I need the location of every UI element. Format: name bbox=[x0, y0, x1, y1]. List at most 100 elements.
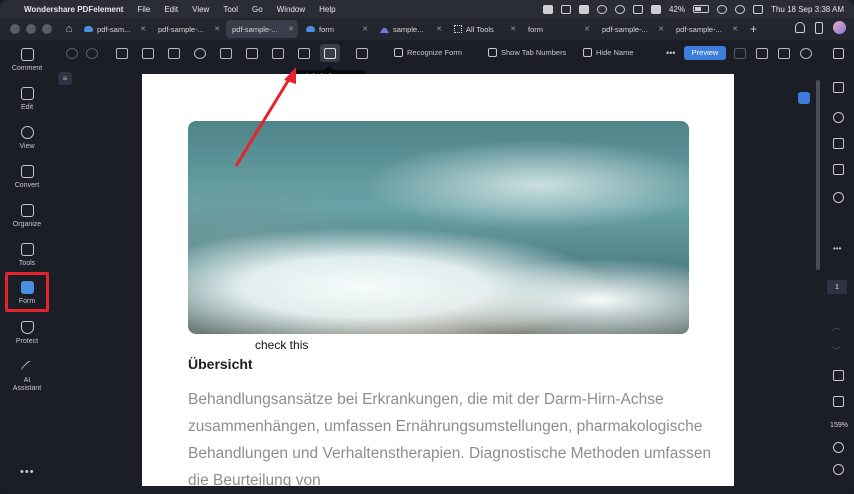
control-center-icon[interactable] bbox=[753, 4, 764, 14]
app-menu[interactable]: Wondershare PDFelement bbox=[24, 5, 123, 14]
close-tab-icon[interactable]: ✕ bbox=[732, 25, 738, 33]
undo-icon[interactable] bbox=[66, 48, 78, 59]
bookmark-icon[interactable] bbox=[833, 138, 844, 149]
date-field-icon[interactable] bbox=[298, 48, 310, 59]
button-field-icon[interactable] bbox=[272, 48, 284, 59]
sync-icon[interactable] bbox=[597, 4, 608, 14]
avatar[interactable] bbox=[833, 21, 846, 34]
close-tab-icon[interactable]: ✕ bbox=[658, 25, 664, 33]
sidebar-item-form[interactable]: Form bbox=[5, 272, 49, 312]
close-tab-icon[interactable]: ✕ bbox=[510, 25, 516, 33]
search-icon[interactable] bbox=[735, 4, 746, 14]
tab-8[interactable]: pdf-sample-... ✕ bbox=[596, 20, 668, 38]
digital-signature-icon[interactable] bbox=[324, 48, 336, 59]
app-window: Wondershare PDFelement File Edit View To… bbox=[0, 0, 854, 494]
recognize-form-button[interactable]: Recognize Form bbox=[394, 48, 462, 57]
sidebar-item-organize[interactable]: Organize bbox=[4, 204, 50, 240]
tab-7[interactable]: form ✕ bbox=[522, 20, 594, 38]
zoom-out-icon[interactable] bbox=[833, 464, 844, 475]
align-icon[interactable] bbox=[356, 48, 368, 59]
menu-bar: Wondershare PDFelement File Edit View To… bbox=[0, 0, 854, 18]
notification-icon[interactable] bbox=[795, 22, 805, 33]
mobile-icon[interactable] bbox=[815, 21, 823, 34]
sidebar-item-edit[interactable]: Edit bbox=[4, 87, 50, 123]
battery-percent: 42% bbox=[669, 4, 686, 14]
page-thumbnails-icon[interactable] bbox=[833, 48, 844, 59]
layout-icon[interactable] bbox=[833, 82, 844, 93]
sidebar-item-ai-assistant[interactable]: AI Assistant bbox=[4, 359, 50, 400]
menu-window[interactable]: Window bbox=[277, 5, 305, 14]
chat-icon[interactable] bbox=[833, 112, 844, 123]
fields-icon[interactable] bbox=[833, 164, 844, 175]
battery-icon[interactable] bbox=[693, 5, 710, 13]
more-icon[interactable]: ••• bbox=[20, 466, 35, 478]
zoom-window-button[interactable] bbox=[42, 24, 52, 34]
close-tab-icon[interactable]: ✕ bbox=[288, 25, 294, 33]
tab-9[interactable]: pdf-sample-... ✕ bbox=[670, 20, 742, 38]
radio-button-icon[interactable] bbox=[194, 48, 206, 59]
menu-go[interactable]: Go bbox=[252, 5, 263, 14]
toolbar-more-icon[interactable]: ••• bbox=[666, 48, 675, 58]
cloud-upload-icon[interactable] bbox=[800, 48, 812, 59]
tab-4[interactable]: form ✕ bbox=[300, 20, 372, 38]
menu-tool[interactable]: Tool bbox=[223, 5, 238, 14]
new-tab-icon[interactable]: + bbox=[750, 22, 757, 36]
panel-more-icon[interactable]: ••• bbox=[833, 244, 844, 255]
fit-page-icon[interactable] bbox=[833, 396, 844, 407]
wifi-icon[interactable] bbox=[717, 4, 728, 14]
properties-icon[interactable]: ≡ bbox=[58, 72, 72, 85]
print-icon[interactable] bbox=[756, 48, 768, 59]
menu-view[interactable]: View bbox=[192, 5, 209, 14]
dropbox-icon[interactable] bbox=[543, 4, 554, 14]
checkbox-field-icon[interactable] bbox=[142, 48, 154, 59]
close-tab-icon[interactable]: ✕ bbox=[214, 25, 220, 33]
attachment-icon[interactable] bbox=[833, 192, 844, 203]
save-icon[interactable] bbox=[734, 48, 746, 59]
page-number[interactable]: 1 bbox=[827, 280, 847, 294]
list-box-icon[interactable] bbox=[246, 48, 258, 59]
home-icon[interactable]: ⌂ bbox=[62, 22, 76, 36]
close-tab-icon[interactable]: ✕ bbox=[362, 25, 368, 33]
sidebar-item-protect[interactable]: Protect bbox=[4, 321, 50, 357]
combo-box-icon[interactable] bbox=[220, 48, 232, 59]
redo-icon[interactable] bbox=[86, 48, 98, 59]
caption-text: check this bbox=[255, 338, 309, 352]
minimize-window-button[interactable] bbox=[26, 24, 36, 34]
vertical-scrollbar[interactable] bbox=[816, 80, 820, 270]
window-icon[interactable] bbox=[561, 4, 572, 14]
close-tab-icon[interactable]: ✕ bbox=[436, 25, 442, 33]
menu-help[interactable]: Help bbox=[319, 5, 335, 14]
body-paragraph: Behandlungsansätze bei Erkrankungen, die… bbox=[188, 391, 712, 486]
tab-5[interactable]: sample... ✕ bbox=[374, 20, 446, 38]
page-up-icon[interactable]: ︿ bbox=[832, 320, 841, 333]
keyboard-icon[interactable] bbox=[651, 4, 662, 14]
clock-icon[interactable] bbox=[615, 4, 626, 14]
tab-3-active[interactable]: pdf-sample-... ✕ bbox=[226, 20, 298, 38]
close-tab-icon[interactable]: ✕ bbox=[140, 25, 146, 33]
tab-1[interactable]: pdf-sam... ✕ bbox=[78, 20, 150, 38]
close-tab-icon[interactable]: ✕ bbox=[584, 25, 590, 33]
sidebar-item-comment[interactable]: Comment bbox=[4, 48, 50, 84]
sidebar-item-label: Edit bbox=[20, 104, 34, 111]
hide-name-button[interactable]: Hide Name bbox=[583, 48, 634, 57]
check-icon[interactable] bbox=[168, 48, 180, 59]
text-icon[interactable] bbox=[579, 4, 590, 14]
hand-tool-icon[interactable] bbox=[833, 370, 844, 381]
share-icon[interactable] bbox=[778, 48, 790, 59]
sidebar-item-view[interactable]: View bbox=[4, 126, 50, 162]
preview-button[interactable]: Preview bbox=[684, 46, 726, 60]
show-tab-numbers-button[interactable]: Show Tab Numbers bbox=[488, 48, 566, 57]
page-down-icon[interactable]: ﹀ bbox=[832, 344, 841, 357]
clock[interactable]: Thu 18 Sep 3:38 AM bbox=[771, 5, 844, 14]
zoom-level[interactable]: 159% bbox=[826, 422, 852, 429]
close-window-button[interactable] bbox=[10, 24, 20, 34]
zoom-in-icon[interactable] bbox=[833, 442, 844, 453]
play-icon[interactable] bbox=[633, 4, 644, 14]
text-field-icon[interactable] bbox=[116, 48, 128, 59]
tab-all-tools[interactable]: All Tools ✕ bbox=[448, 20, 520, 38]
ai-float-icon[interactable] bbox=[798, 92, 810, 104]
tab-2[interactable]: pdf-sample-... ✕ bbox=[152, 20, 224, 38]
sidebar-item-convert[interactable]: Convert bbox=[4, 165, 50, 201]
menu-file[interactable]: File bbox=[137, 5, 150, 14]
menu-edit[interactable]: Edit bbox=[164, 5, 178, 14]
